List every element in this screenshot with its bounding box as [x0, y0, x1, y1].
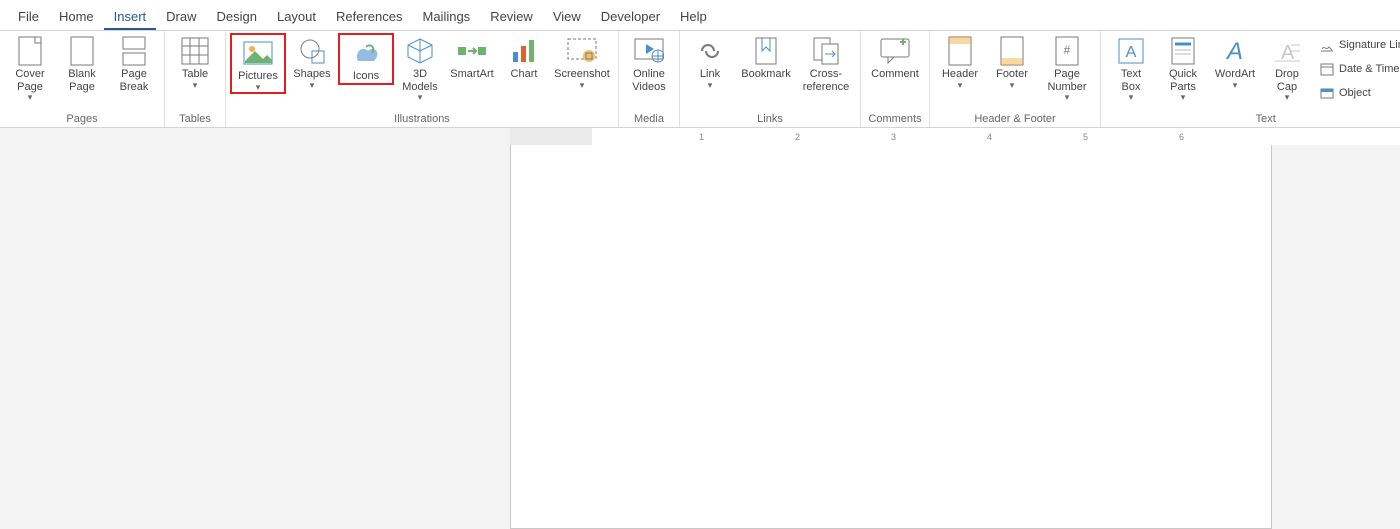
footer-button[interactable]: Footer▾ [986, 33, 1038, 90]
link-button[interactable]: Link▾ [684, 33, 736, 90]
group-tables: Table▾ Tables [165, 31, 226, 127]
menu-design[interactable]: Design [207, 5, 267, 30]
group-text: A Text Box▾ Quick Parts▾ A WordArt▾ A Dr… [1101, 31, 1400, 127]
smartart-button[interactable]: SmartArt [446, 33, 498, 81]
header-icon [944, 35, 976, 67]
signature-line-button[interactable]: Signature Line▾ [1319, 35, 1400, 55]
page-number-button[interactable]: # Page Number▾ [1038, 33, 1096, 102]
chart-button[interactable]: Chart [498, 33, 550, 81]
svg-text:A: A [1126, 44, 1137, 61]
chart-icon [508, 35, 540, 67]
cover-page-button[interactable]: Cover Page▾ [4, 33, 56, 102]
menu-developer[interactable]: Developer [591, 5, 670, 30]
online-videos-button[interactable]: Online Videos [623, 33, 675, 93]
group-label-links: Links [757, 112, 783, 127]
bookmark-button[interactable]: Bookmark [736, 33, 796, 81]
ruler-tick: 6 [1179, 128, 1184, 146]
svg-text:A: A [1225, 38, 1243, 65]
menu-layout[interactable]: Layout [267, 5, 326, 30]
group-label-tables: Tables [179, 112, 211, 127]
group-illustrations: Pictures▾ Shapes▾ Icons 3D Models▾ Smart… [226, 31, 619, 127]
shapes-button[interactable]: Shapes▾ [286, 33, 338, 90]
text-box-button[interactable]: A Text Box▾ [1105, 33, 1157, 102]
group-header-footer: Header▾ Footer▾ # Page Number▾ Header & … [930, 31, 1101, 127]
page-break-icon [118, 35, 150, 67]
blank-page-icon [66, 35, 98, 67]
comment-button[interactable]: Comment [865, 33, 925, 81]
ruler-margin [510, 128, 592, 146]
group-label-pages: Pages [66, 112, 97, 127]
page-canvas[interactable] [510, 145, 1272, 529]
drop-cap-icon: A [1271, 35, 1303, 67]
page-number-icon: # [1051, 35, 1083, 67]
group-pages: Cover Page▾ Blank Page Page Break Pages [0, 31, 165, 127]
group-label-comments: Comments [868, 112, 921, 127]
group-label-headerfooter: Header & Footer [974, 112, 1055, 127]
wordart-button[interactable]: A WordArt▾ [1209, 33, 1261, 90]
cover-page-icon [14, 35, 46, 67]
ruler-tick: 4 [987, 128, 992, 146]
menu-draw[interactable]: Draw [156, 5, 206, 30]
menu-review[interactable]: Review [480, 5, 543, 30]
screenshot-icon [566, 35, 598, 67]
comment-icon [879, 35, 911, 67]
menu-mailings[interactable]: Mailings [413, 5, 481, 30]
group-media: Online Videos Media [619, 31, 680, 127]
menu-file[interactable]: File [8, 5, 49, 30]
footer-icon [996, 35, 1028, 67]
menu-references[interactable]: References [326, 5, 412, 30]
quick-parts-button[interactable]: Quick Parts▾ [1157, 33, 1209, 102]
ruler-tick: 3 [891, 128, 896, 146]
object-button[interactable]: Object▾ [1319, 83, 1400, 103]
icons-button[interactable]: Icons [338, 33, 394, 85]
shapes-icon [296, 35, 328, 67]
menu-bar: File Home Insert Draw Design Layout Refe… [0, 0, 1400, 31]
drop-cap-button[interactable]: A Drop Cap▾ [1261, 33, 1313, 102]
ruler-tick: 1 [699, 128, 704, 146]
group-label-media: Media [634, 112, 664, 127]
smartart-icon [456, 35, 488, 67]
group-label-illustrations: Illustrations [394, 112, 450, 127]
menu-help[interactable]: Help [670, 5, 717, 30]
object-icon [1319, 85, 1335, 101]
ruler-tick: 5 [1083, 128, 1088, 146]
pictures-button[interactable]: Pictures▾ [230, 33, 286, 94]
group-label-text: Text [1256, 112, 1276, 127]
online-videos-icon [633, 35, 665, 67]
text-box-icon: A [1115, 35, 1147, 67]
document-area [0, 145, 1400, 529]
icons-icon [350, 37, 382, 69]
group-links: Link▾ Bookmark Cross- reference Links [680, 31, 861, 127]
bookmark-icon [750, 35, 782, 67]
3d-models-icon [404, 35, 436, 67]
wordart-icon: A [1219, 35, 1251, 67]
ruler-gray-left [0, 128, 510, 146]
screenshot-button[interactable]: Screenshot▾ [550, 33, 614, 90]
table-button[interactable]: Table▾ [169, 33, 221, 90]
cross-reference-button[interactable]: Cross- reference [796, 33, 856, 93]
ribbon: Cover Page▾ Blank Page Page Break Pages … [0, 31, 1400, 128]
menu-insert[interactable]: Insert [104, 5, 157, 30]
quick-parts-icon [1167, 35, 1199, 67]
table-icon [179, 35, 211, 67]
group-comments: Comment Comments [861, 31, 930, 127]
blank-page-button[interactable]: Blank Page [56, 33, 108, 93]
menu-home[interactable]: Home [49, 5, 104, 30]
page-break-button[interactable]: Page Break [108, 33, 160, 93]
3d-models-button[interactable]: 3D Models▾ [394, 33, 446, 102]
link-icon [694, 35, 726, 67]
date-time-button[interactable]: Date & Time [1319, 59, 1400, 79]
menu-view[interactable]: View [543, 5, 591, 30]
header-button[interactable]: Header▾ [934, 33, 986, 90]
pictures-icon [242, 37, 274, 69]
date-time-icon [1319, 61, 1335, 77]
signature-line-icon [1319, 37, 1335, 53]
cross-reference-icon [810, 35, 842, 67]
svg-text:#: # [1064, 43, 1071, 57]
ruler-tick: 2 [795, 128, 800, 146]
